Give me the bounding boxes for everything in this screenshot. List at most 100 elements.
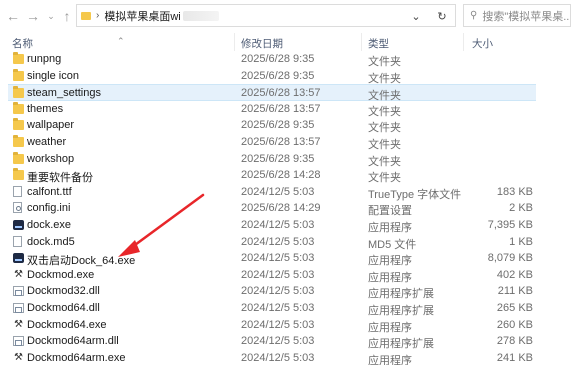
file-row[interactable]: themes 2025/6/28 13:57 文件夹 <box>0 101 573 118</box>
sort-ascending-icon: ⌃ <box>117 36 125 46</box>
dll-icon <box>13 303 24 313</box>
file-row[interactable]: single icon 2025/6/28 9:35 文件夹 <box>0 68 573 85</box>
file-type: 应用程序扩展 <box>368 305 434 317</box>
file-name: Dockmod64.dll <box>27 302 100 314</box>
font-file-icon <box>13 185 22 197</box>
file-row[interactable]: wallpaper 2025/6/28 9:35 文件夹 <box>0 117 573 134</box>
file-size: 278 KB <box>496 335 533 348</box>
file-modified-date: 2024/12/5 5:03 <box>241 219 315 231</box>
file-type: 应用程序 <box>368 222 412 234</box>
file-modified-date: 2024/12/5 5:03 <box>241 285 315 298</box>
file-modified-date: 2025/6/28 13:57 <box>241 136 321 148</box>
file-modified-date: 2025/6/28 9:35 <box>241 69 315 82</box>
file-row[interactable]: config.ini 2025/6/28 14:29 配置设置 2 KB <box>0 200 573 217</box>
file-type: 文件夹 <box>368 56 401 68</box>
file-row[interactable]: Dockmod64.dll 2024/12/5 5:03 应用程序扩展 265 KB <box>0 300 573 317</box>
file-name: 双击启动Dock_64.exe <box>27 255 136 268</box>
column-divider[interactable] <box>234 33 235 51</box>
column-header-type[interactable]: 类型 <box>368 36 389 51</box>
file-name: runpng <box>27 53 62 65</box>
folder-icon <box>13 168 24 181</box>
file-row[interactable]: calfont.ttf 2024/12/5 5:03 TrueType 字体文件 18… <box>0 184 573 201</box>
file-name: Dockmod64arm.exe <box>27 351 126 364</box>
column-divider[interactable] <box>463 33 464 51</box>
file-type: 文件夹 <box>368 155 401 168</box>
file-name: steam_settings <box>27 87 101 100</box>
file-size: 260 KB <box>496 318 533 331</box>
dll-icon <box>13 336 24 347</box>
folder-icon <box>13 101 24 114</box>
file-row[interactable]: ⚒ Dockmod64.exe 2024/12/5 5:03 应用程序 260 KB <box>0 317 573 334</box>
file-modified-date: 2024/12/5 5:03 <box>241 185 315 198</box>
breadcrumb-current-folder[interactable]: 模拟苹果桌面wi <box>104 8 180 24</box>
address-bar[interactable]: › 模拟苹果桌面wi ⌄ ↻ <box>76 4 456 27</box>
config-file-icon <box>13 202 22 214</box>
file-row[interactable]: 双击启动Dock_64.exe 2024/12/5 5:03 应用程序 8,079 K… <box>0 250 573 267</box>
file-size: 2 KB <box>509 202 533 215</box>
file-size: 211 KB <box>497 285 533 298</box>
column-header-row: ⌃ 名称 修改日期 类型 大小 <box>0 33 573 51</box>
file-row[interactable]: steam_settings 2025/6/28 13:57 文件夹 <box>8 84 536 102</box>
file-name: config.ini <box>27 202 71 215</box>
file-row[interactable]: weather 2025/6/28 13:57 文件夹 <box>0 134 573 151</box>
column-header-name[interactable]: 名称 <box>12 36 33 51</box>
file-row[interactable]: dock.md5 2024/12/5 5:03 MD5 文件 1 KB <box>0 234 573 251</box>
file-row[interactable]: runpng 2025/6/28 9:35 文件夹 <box>0 51 573 68</box>
file-modified-date: 2025/6/28 14:28 <box>241 169 321 182</box>
column-divider[interactable] <box>361 33 362 51</box>
file-type: 应用程序 <box>368 321 412 334</box>
file-type: 文件夹 <box>368 139 401 151</box>
file-size: 402 KB <box>496 268 533 281</box>
back-arrow-icon[interactable]: ← <box>2 5 24 27</box>
file-size: 241 KB <box>496 351 533 364</box>
file-row[interactable]: Dockmod64arm.dll 2024/12/5 5:03 应用程序扩展 278 … <box>0 333 573 350</box>
dll-icon <box>13 286 24 297</box>
folder-icon <box>13 118 24 131</box>
redacted-path-segment <box>182 10 219 21</box>
file-type: 文件夹 <box>368 72 401 85</box>
file-row[interactable]: ⚒ Dockmod.exe 2024/12/5 5:03 应用程序 402 KB <box>0 267 573 284</box>
file-name: dock.md5 <box>27 235 75 248</box>
refresh-icon[interactable]: ↻ <box>433 7 451 25</box>
file-type: 应用程序 <box>368 354 412 365</box>
file-row[interactable]: 重要软件备份 2025/6/28 14:28 文件夹 <box>0 167 573 184</box>
file-row[interactable]: Dockmod32.dll 2024/12/5 5:03 应用程序扩展 211 KB <box>0 283 573 300</box>
address-dropdown-icon[interactable]: ⌄ <box>407 7 425 25</box>
folder-icon <box>81 11 91 20</box>
file-modified-date: 2024/12/5 5:03 <box>241 335 315 348</box>
file-type: 应用程序扩展 <box>368 288 434 301</box>
file-name: workshop <box>27 152 75 165</box>
file-type: 应用程序 <box>368 255 412 268</box>
file-row[interactable]: ⚒ Dockmod64arm.exe 2024/12/5 5:03 应用程序 241 K… <box>0 350 573 365</box>
file-modified-date: 2025/6/28 9:35 <box>241 152 315 165</box>
file-type: TrueType 字体文件 <box>368 188 462 201</box>
file-name: wallpaper <box>27 119 75 132</box>
file-name: Dockmod32.dll <box>27 285 100 298</box>
file-row[interactable]: dock.exe 2024/12/5 5:03 应用程序 7,395 KB <box>0 217 573 234</box>
file-modified-date: 2024/12/5 5:03 <box>241 268 315 281</box>
search-input[interactable]: ⚲ 搜索"模拟苹果桌... <box>463 4 571 27</box>
search-icon: ⚲ <box>470 10 478 21</box>
search-placeholder: 搜索"模拟苹果桌... <box>482 10 571 23</box>
file-name: single icon <box>27 69 79 82</box>
file-size: 1 KB <box>509 235 533 248</box>
folder-icon <box>13 52 24 64</box>
file-size: 7,395 KB <box>487 219 533 231</box>
folder-icon <box>13 135 24 147</box>
file-modified-date: 2024/12/5 5:03 <box>241 302 315 314</box>
tool-icon: ⚒ <box>14 268 23 280</box>
file-name: Dockmod64arm.dll <box>27 335 119 348</box>
file-name: calfont.ttf <box>27 185 72 198</box>
file-modified-date: 2025/6/28 13:57 <box>241 102 321 115</box>
file-row[interactable]: workshop 2025/6/28 9:35 文件夹 <box>0 151 573 168</box>
file-modified-date: 2024/12/5 5:03 <box>241 318 315 331</box>
file-size: 265 KB <box>496 302 533 314</box>
file-name: weather <box>27 136 67 148</box>
column-header-date[interactable]: 修改日期 <box>241 36 283 51</box>
up-arrow-icon[interactable]: ↑ <box>56 5 78 27</box>
tool-icon: ⚒ <box>14 318 23 330</box>
file-type: 应用程序扩展 <box>368 338 434 351</box>
column-header-size[interactable]: 大小 <box>472 36 493 51</box>
file-modified-date: 2025/6/28 9:35 <box>241 53 315 65</box>
file-modified-date: 2025/6/28 14:29 <box>241 202 321 215</box>
